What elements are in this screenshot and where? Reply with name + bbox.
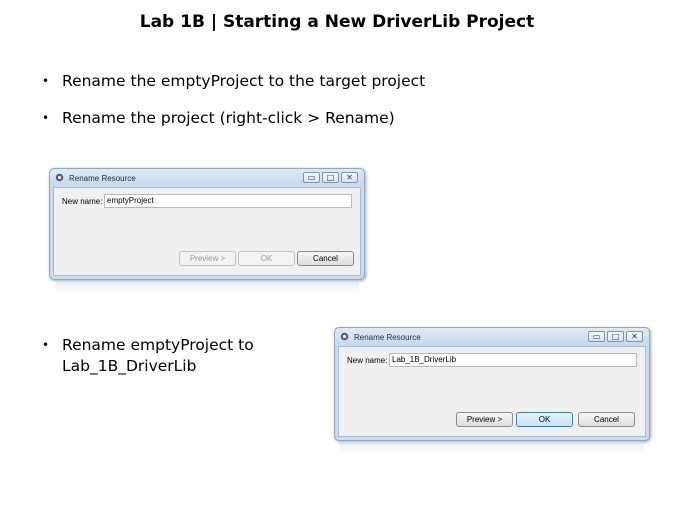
bullet-glyph: • bbox=[42, 111, 50, 125]
rename-dialog-after: Rename Resource ▭ □ ✕ New name: Lab_1B_Dri… bbox=[334, 327, 650, 441]
minimize-button[interactable]: ▭ bbox=[303, 172, 320, 183]
minimize-icon: ▭ bbox=[307, 173, 316, 182]
slide-title: Lab 1B | Starting a New DriverLib Projec… bbox=[139, 12, 535, 32]
minimize-button[interactable]: ▭ bbox=[588, 331, 605, 342]
bullet-text: Lab_1B_DriverLib bbox=[62, 357, 197, 375]
window-controls: ▭ □ ✕ bbox=[586, 331, 643, 342]
new-name-label: New name: bbox=[347, 356, 388, 365]
maximize-button[interactable]: □ bbox=[322, 172, 339, 183]
maximize-icon: □ bbox=[611, 332, 620, 341]
dialog-reflection bbox=[55, 282, 359, 296]
dialog-title: Rename Resource bbox=[354, 333, 421, 342]
bullet-glyph: • bbox=[42, 338, 50, 352]
bullet-glyph: • bbox=[42, 74, 50, 88]
bullet-text: Rename the emptyProject to the target pr… bbox=[62, 72, 426, 90]
dialog-title: Rename Resource bbox=[69, 174, 136, 183]
minimize-icon: ▭ bbox=[592, 332, 601, 341]
bullet-text: Rename emptyProject to bbox=[62, 336, 254, 354]
ok-button[interactable]: OK bbox=[516, 412, 573, 427]
dialog-reflection bbox=[340, 443, 644, 457]
preview-button[interactable]: Preview > bbox=[179, 251, 236, 266]
dialog-body: New name: emptyProject Preview > OK Canc… bbox=[53, 187, 361, 276]
bullet-text: Rename the project (right-click > Rename… bbox=[62, 109, 395, 127]
ok-button[interactable]: OK bbox=[238, 251, 295, 266]
dialog-body: New name: Lab_1B_DriverLib Preview > OK … bbox=[338, 346, 646, 437]
dialog-titlebar[interactable]: Rename Resource ▭ □ ✕ bbox=[335, 328, 649, 346]
close-button[interactable]: ✕ bbox=[341, 172, 358, 183]
cancel-button[interactable]: Cancel bbox=[297, 251, 354, 266]
rename-dialog-before: Rename Resource ▭ □ ✕ New name: emptyProje… bbox=[49, 168, 365, 280]
new-name-input[interactable]: emptyProject bbox=[104, 194, 352, 208]
eclipse-app-icon bbox=[55, 173, 64, 182]
eclipse-app-icon bbox=[340, 332, 349, 341]
close-icon: ✕ bbox=[346, 173, 353, 182]
rename-dialog-before-wrap: Rename Resource ▭ □ ✕ New name: emptyProje… bbox=[49, 168, 365, 304]
close-icon: ✕ bbox=[631, 332, 638, 341]
maximize-icon: □ bbox=[326, 173, 335, 182]
dialog-titlebar[interactable]: Rename Resource ▭ □ ✕ bbox=[50, 169, 364, 187]
new-name-label: New name: bbox=[62, 197, 103, 206]
cancel-button[interactable]: Cancel bbox=[578, 412, 635, 427]
rename-dialog-after-wrap: Rename Resource ▭ □ ✕ New name: Lab_1B_Dri… bbox=[334, 327, 650, 467]
maximize-button[interactable]: □ bbox=[607, 331, 624, 342]
new-name-input[interactable]: Lab_1B_DriverLib bbox=[389, 353, 637, 367]
window-controls: ▭ □ ✕ bbox=[301, 172, 358, 183]
preview-button[interactable]: Preview > bbox=[456, 412, 513, 427]
close-button[interactable]: ✕ bbox=[626, 331, 643, 342]
